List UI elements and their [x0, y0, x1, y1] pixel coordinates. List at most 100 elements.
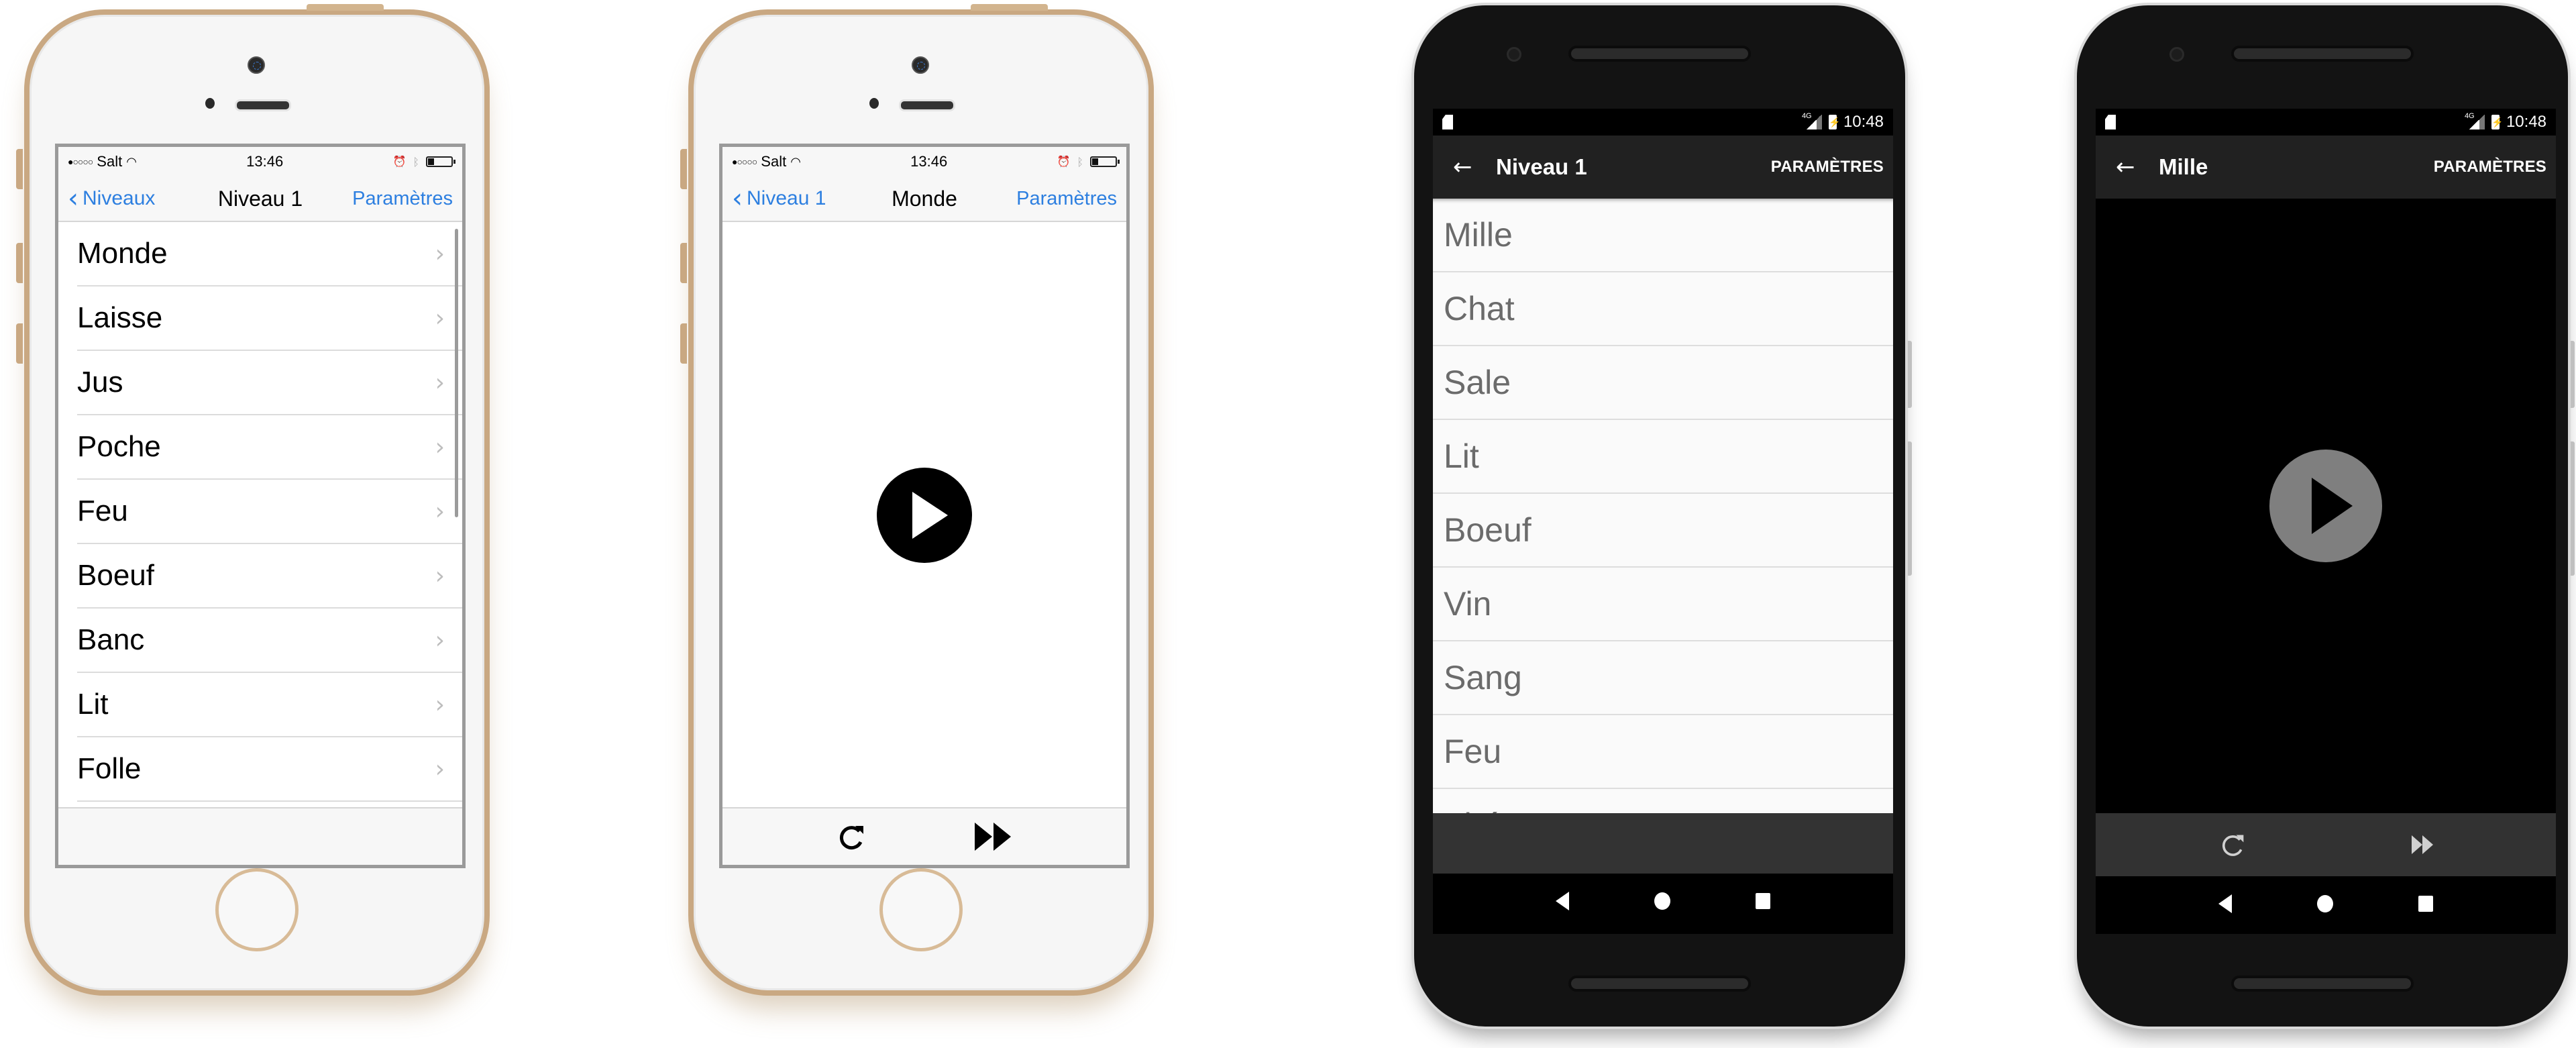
status-time: 10:48 — [1843, 113, 1884, 131]
list-item[interactable]: Jus › — [77, 351, 462, 415]
iphone-device-player: ●○○○○ Salt ◠ 13:46 ⏰ ᛒ ‹ Niveau 1 Monde … — [680, 4, 1154, 996]
fast-forward-icon[interactable] — [973, 823, 1012, 851]
bottom-speaker — [2231, 976, 2414, 992]
list-item[interactable]: Boeuf — [1433, 494, 1893, 568]
list-item[interactable]: Vin — [1433, 568, 1893, 641]
sd-card-icon — [1442, 115, 1453, 129]
status-time: 13:46 — [910, 153, 948, 170]
android-screen-list: 4G ⚡ 10:48 ← Niveau 1 PARAMÈTRES Mille C… — [1433, 109, 1893, 934]
settings-button[interactable]: PARAMÈTRES — [1771, 158, 1884, 176]
list-item-label: Monde — [77, 237, 168, 270]
cell-signal-icon: 4G — [2465, 112, 2485, 129]
battery-icon — [1089, 156, 1120, 167]
status-time: 13:46 — [246, 153, 284, 170]
signal-dots-icon: ●○○○○ — [732, 156, 757, 167]
battery-charging-icon: ⚡ — [1828, 115, 1840, 129]
list-item[interactable]: Feu — [1433, 715, 1893, 789]
list-item[interactable]: Thé — [1433, 789, 1893, 813]
earpiece-speaker — [235, 99, 291, 111]
list-item-label: Lit — [77, 688, 109, 721]
status-bar: 4G ⚡ 10:48 — [1433, 109, 1893, 136]
nav-back-icon[interactable] — [2218, 894, 2233, 913]
android-device-player: 4G ⚡ 10:48 ← Mille PARAMÈTRES — [2074, 3, 2575, 1029]
ios-screen-player: ●○○○○ Salt ◠ 13:46 ⏰ ᛒ ‹ Niveau 1 Monde … — [719, 144, 1130, 868]
scrollbar[interactable] — [455, 229, 458, 517]
home-button[interactable] — [879, 868, 963, 951]
front-camera-icon — [248, 56, 265, 74]
nav-recents-icon[interactable] — [1755, 893, 1770, 909]
power-button — [1908, 341, 1912, 408]
bottom-toolbar — [58, 807, 462, 865]
chevron-right-icon: › — [435, 240, 445, 268]
replay-icon[interactable] — [837, 822, 866, 851]
list-item[interactable]: Lit › — [77, 673, 462, 737]
settings-button[interactable]: Paramètres — [352, 188, 453, 210]
back-button[interactable]: ‹ Niveau 1 — [732, 183, 826, 214]
list-item-label: Mille — [1444, 216, 1513, 254]
list-item[interactable]: Poche › — [77, 415, 462, 480]
chevron-right-icon: › — [435, 497, 445, 525]
nav-back-icon[interactable] — [1556, 892, 1570, 910]
battery-icon — [425, 156, 455, 167]
navigation-bar: ‹ Niveaux Niveau 1 Paramètres — [58, 176, 462, 222]
volume-down-button — [16, 323, 23, 364]
bottom-speaker — [1568, 976, 1751, 992]
settings-button[interactable]: PARAMÈTRES — [2434, 158, 2546, 176]
nav-home-icon[interactable] — [2316, 895, 2333, 912]
list-item[interactable]: Boeuf › — [77, 544, 462, 609]
settings-button[interactable]: Paramètres — [1016, 188, 1117, 210]
volume-down-button — [680, 323, 687, 364]
list-item-label: Folle — [77, 752, 142, 785]
cell-signal-icon: 4G — [1802, 112, 1822, 129]
home-button[interactable] — [215, 868, 299, 951]
power-button — [971, 4, 1048, 11]
list-item[interactable]: Sang — [1433, 641, 1893, 715]
list-item[interactable]: Monde › — [77, 222, 462, 286]
replay-icon[interactable] — [2219, 830, 2246, 859]
navigation-bar: ‹ Niveau 1 Monde Paramètres — [722, 176, 1126, 222]
status-bar: ●○○○○ Salt ◠ 13:46 ⏰ ᛒ — [722, 147, 1126, 176]
alarm-icon: ⏰ — [392, 156, 407, 168]
list-item[interactable]: Lit — [1433, 420, 1893, 494]
list-item[interactable]: Mille — [1433, 199, 1893, 272]
list-item[interactable]: Chat — [1433, 272, 1893, 346]
back-button[interactable]: ‹ Niveaux — [68, 183, 155, 214]
list-item-label: Thé — [1444, 806, 1501, 813]
list-item-label: Boeuf — [1444, 511, 1532, 549]
nav-recents-icon[interactable] — [2418, 896, 2433, 912]
list-item[interactable]: Sale — [1433, 346, 1893, 420]
list-item-label: Banc — [77, 623, 145, 656]
mute-switch — [680, 149, 687, 189]
play-circle-icon[interactable] — [877, 468, 972, 563]
list-item-label: Jus — [77, 366, 123, 399]
chevron-right-icon: › — [435, 562, 445, 590]
page-title: Niveau 1 — [1496, 154, 1587, 179]
power-button — [307, 4, 384, 11]
chevron-right-icon: › — [435, 626, 445, 654]
arrow-back-icon[interactable]: ← — [1453, 154, 1496, 180]
carrier-name: Salt — [97, 153, 123, 170]
player-area — [722, 222, 1126, 808]
list-item[interactable]: Folle › — [77, 737, 462, 802]
list-item[interactable]: Laisse › — [77, 286, 462, 351]
app-toolbar: ← Mille PARAMÈTRES — [2096, 136, 2556, 199]
volume-up-button — [16, 243, 23, 283]
nav-home-icon[interactable] — [1654, 892, 1670, 910]
list-item-label: Laisse — [77, 301, 163, 334]
volume-up-button — [680, 243, 687, 283]
chevron-left-icon: ‹ — [68, 183, 78, 214]
front-camera-icon — [2169, 47, 2184, 62]
list-item-label: Poche — [77, 430, 161, 463]
wifi-icon: ◠ — [126, 154, 137, 169]
page-title: Mille — [2159, 154, 2208, 179]
system-navigation-bar — [1433, 874, 1893, 929]
list-item-label: Chat — [1444, 290, 1515, 327]
arrow-back-icon[interactable]: ← — [2116, 154, 2159, 180]
fast-forward-icon[interactable] — [2411, 835, 2433, 854]
play-circle-icon[interactable] — [2269, 450, 2382, 562]
list-item[interactable]: Banc › — [77, 609, 462, 673]
list-item[interactable]: Feu › — [77, 480, 462, 544]
list-item-label: Boeuf — [77, 559, 154, 592]
word-list: Mille Chat Sale Lit Boeuf Vin Sang Feu T… — [1433, 199, 1893, 813]
chevron-left-icon: ‹ — [732, 183, 743, 214]
